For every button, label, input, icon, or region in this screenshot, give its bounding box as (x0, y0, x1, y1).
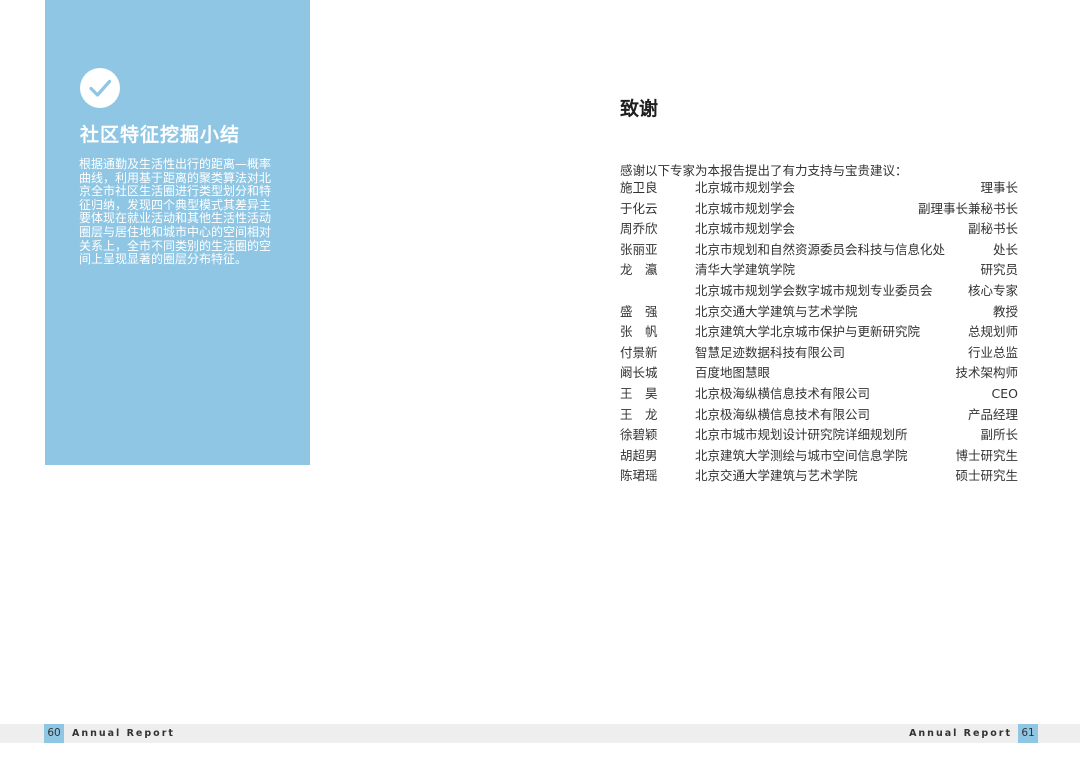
list-item: 于化云 北京城市规划学会 副理事长兼秘书长 (620, 199, 1018, 220)
list-item: 徐碧颖 北京市城市规划设计研究院详细规划所 副所长 (620, 425, 1018, 446)
person-role: 硕士研究生 (955, 468, 1018, 484)
person-role: 总规划师 (967, 324, 1018, 340)
page-number-left: 60 (44, 724, 64, 743)
list-item: 张 帆 北京建筑大学北京城市保护与更新研究院 总规划师 (620, 322, 1018, 343)
person-role: 核心专家 (967, 282, 1018, 298)
list-item: 盛 强 北京交通大学建筑与艺术学院 教授 (620, 302, 1018, 323)
list-item: 阚长城 百度地图慧眼 技术架构师 (620, 363, 1018, 384)
person-organization: 百度地图慧眼 (695, 365, 771, 381)
list-item: 施卫良 北京城市规划学会 理事长 (620, 178, 1018, 199)
person-organization: 北京交通大学建筑与艺术学院 (695, 468, 858, 484)
list-item: 张丽亚 北京市规划和自然资源委员会科技与信息化处 处长 (620, 240, 1018, 261)
person-organization: 北京交通大学建筑与艺术学院 (695, 303, 858, 319)
footer-bar: 60 Annual Report Annual Report 61 (0, 724, 1080, 743)
person-name: 阚长城 (620, 365, 658, 381)
person-name: 施卫良 (620, 180, 658, 195)
footer-label-right: Annual Report (909, 728, 1012, 739)
page-number-right: 61 (1018, 724, 1038, 743)
person-role: 研究员 (980, 262, 1018, 278)
person-role: 产品经理 (967, 406, 1018, 422)
summary-body: 根据通勤及生活性出行的距离—概率曲线，利用基于距离的聚类算法对北京全市社区生活圈… (79, 157, 272, 267)
person-name: 付景新 (620, 344, 658, 360)
person-role: 博士研究生 (955, 447, 1018, 463)
list-item: 北京城市规划学会数字城市规划专业委员会 核心专家 (620, 281, 1018, 302)
footer-label-left: Annual Report (72, 728, 175, 739)
person-organization: 北京市城市规划设计研究院详细规划所 (695, 427, 908, 443)
person-organization: 北京建筑大学北京城市保护与更新研究院 (695, 324, 921, 340)
person-role: 处长 (992, 241, 1018, 257)
person-name: 张 帆 (620, 324, 658, 340)
person-name: 徐碧颖 (620, 427, 658, 443)
person-organization: 北京城市规划学会 (695, 221, 796, 237)
person-organization: 北京城市规划学会 (695, 200, 796, 216)
person-name: 王 昊 (620, 385, 658, 401)
list-item: 陈珺瑶 北京交通大学建筑与艺术学院 硕士研究生 (620, 466, 1018, 487)
person-organization: 北京城市规划学会数字城市规划专业委员会 (695, 282, 933, 298)
list-item: 王 龙 北京极海纵横信息技术有限公司 产品经理 (620, 405, 1018, 426)
summary-panel: 社区特征挖掘小结 根据通勤及生活性出行的距离—概率曲线，利用基于距离的聚类算法对… (45, 0, 310, 465)
list-item: 龙 瀛 清华大学建筑学院 研究员 (620, 260, 1018, 281)
person-organization: 北京极海纵横信息技术有限公司 (695, 385, 871, 401)
person-organization: 北京市规划和自然资源委员会科技与信息化处 (695, 241, 946, 257)
list-item: 付景新 智慧足迹数据科技有限公司 行业总监 (620, 343, 1018, 364)
person-role: 理事长 (980, 180, 1018, 195)
person-role: 副理事长兼秘书长 (917, 200, 1018, 216)
person-role: CEO (991, 385, 1018, 401)
list-item: 周乔欣 北京城市规划学会 副秘书长 (620, 219, 1018, 240)
person-organization: 清华大学建筑学院 (695, 262, 796, 278)
person-organization: 北京城市规划学会 (695, 180, 796, 195)
person-name: 于化云 (620, 200, 658, 216)
check-circle-icon (80, 68, 120, 108)
person-role: 教授 (992, 303, 1018, 319)
person-name: 胡超男 (620, 447, 658, 463)
person-organization: 北京建筑大学测绘与城市空间信息学院 (695, 447, 908, 463)
person-name: 盛 强 (620, 303, 658, 319)
summary-title: 社区特征挖掘小结 (80, 124, 241, 146)
acknowledgements-intro: 感谢以下专家为本报告提出了有力支持与宝贵建议： (620, 163, 908, 178)
person-name: 陈珺瑶 (620, 468, 658, 484)
person-name: 王 龙 (620, 406, 658, 422)
acknowledgements-list: 施卫良 北京城市规划学会 理事长 于化云 北京城市规划学会 副理事长兼秘书长 周… (620, 178, 1018, 487)
list-item: 胡超男 北京建筑大学测绘与城市空间信息学院 博士研究生 (620, 446, 1018, 467)
person-role: 技术架构师 (955, 365, 1018, 381)
person-role: 副秘书长 (967, 221, 1018, 237)
person-organization: 北京极海纵横信息技术有限公司 (695, 406, 871, 422)
person-name: 周乔欣 (620, 221, 658, 237)
person-name: 龙 瀛 (620, 262, 658, 278)
person-role: 行业总监 (967, 344, 1018, 360)
person-role: 副所长 (980, 427, 1018, 443)
acknowledgements-title: 致谢 (620, 98, 659, 120)
list-item: 王 昊 北京极海纵横信息技术有限公司 CEO (620, 384, 1018, 405)
person-name: 张丽亚 (620, 241, 658, 257)
person-organization: 智慧足迹数据科技有限公司 (695, 344, 846, 360)
